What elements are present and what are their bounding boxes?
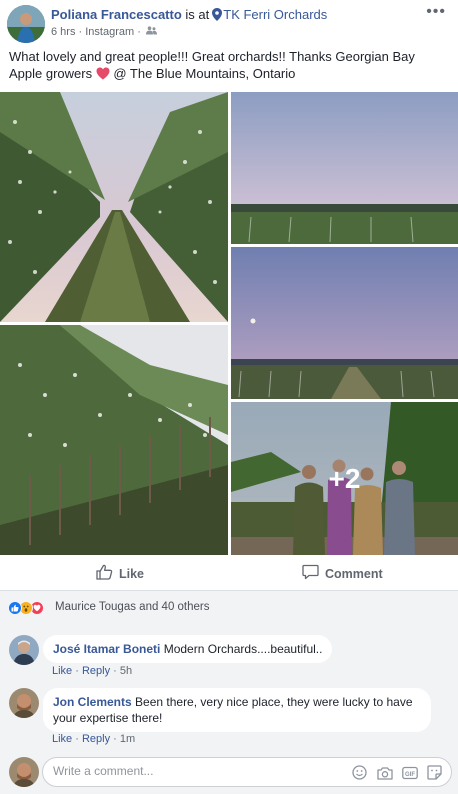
reactions-bar: Maurice Tougas and 40 others (0, 591, 458, 626)
sticker-icon[interactable] (426, 764, 443, 781)
like-reaction-icon (8, 601, 22, 615)
photo-grid: +2 (0, 92, 458, 555)
comment-bubble: José Itamar Boneti Modern Orchards....be… (43, 635, 333, 663)
post-text: What lovely and great people!!! Great or… (9, 48, 449, 84)
post-time[interactable]: 6 hrs (51, 26, 75, 38)
author-name[interactable]: Poliana Francescatto (51, 7, 182, 22)
more-options-button[interactable]: ••• (426, 3, 446, 21)
post-text-part2: @ The Blue Mountains, Ontario (109, 66, 296, 81)
reaction-icons[interactable] (8, 601, 44, 615)
comment-meta: Like · Reply · 5h (52, 665, 133, 677)
post-source: Instagram (85, 26, 135, 39)
action-bar: Like Comment (0, 555, 458, 591)
comment-button[interactable]: Comment (302, 564, 383, 583)
photo-orchard-row[interactable] (0, 92, 228, 322)
composer-icons: GIF (351, 764, 443, 781)
post-meta: 6 hrs · Instagram · (51, 26, 157, 38)
reactions-summary[interactable]: Maurice Tougas and 40 others (55, 601, 210, 613)
like-button[interactable]: Like (96, 564, 144, 583)
photo-moon-orchard[interactable] (231, 247, 458, 399)
comments-section: José Itamar Boneti Modern Orchards....be… (0, 626, 458, 794)
comment-time[interactable]: 1m (120, 733, 135, 745)
meta-separator: · (75, 26, 86, 39)
commenter-avatar[interactable] (9, 635, 39, 665)
commenter-name[interactable]: José Itamar Boneti (53, 642, 160, 656)
more-photos-overlay[interactable]: +2 (231, 402, 458, 555)
post-header: Poliana Francescatto is at TK Ferri Orcha… (0, 0, 458, 44)
commenter-avatar[interactable] (9, 688, 39, 718)
svg-text:GIF: GIF (405, 772, 415, 778)
location-link[interactable]: TK Ferri Orchards (223, 7, 327, 22)
comment-input[interactable] (53, 764, 333, 778)
like-label: Like (119, 566, 145, 581)
comment-composer: GIF (42, 757, 452, 787)
heart-emoji-icon (96, 67, 110, 84)
comment-time[interactable]: 5h (120, 665, 132, 677)
author-line: Poliana Francescatto is at TK Ferri Orcha… (51, 7, 327, 24)
comment-text: Modern Orchards....beautiful.. (160, 642, 323, 656)
is-at-text: is at (181, 7, 210, 22)
comment-reply-link[interactable]: Reply (82, 665, 110, 677)
location-pin-icon (212, 8, 223, 24)
commenter-name[interactable]: Jon Clements (53, 695, 132, 709)
gif-icon[interactable]: GIF (401, 764, 418, 781)
comment-reply-link[interactable]: Reply (82, 733, 110, 745)
comment-bubble-icon (302, 564, 319, 583)
meta-separator: · (134, 26, 144, 39)
comment-bubble: Jon Clements Been there, very nice place… (43, 688, 431, 732)
author-avatar[interactable] (7, 5, 45, 43)
photo-dusk-landscape[interactable] (231, 92, 458, 244)
thumbs-up-icon (96, 564, 113, 583)
friends-audience-icon[interactable] (145, 26, 157, 38)
camera-icon[interactable] (376, 764, 393, 781)
current-user-avatar (9, 757, 39, 787)
photo-orchard-trellis[interactable] (0, 325, 228, 555)
photo-group-people[interactable]: +2 (231, 402, 458, 555)
emoji-icon[interactable] (351, 764, 368, 781)
comment-like-link[interactable]: Like (52, 733, 72, 745)
comment-like-link[interactable]: Like (52, 665, 72, 677)
comment-label: Comment (325, 566, 383, 581)
comment-meta: Like · Reply · 1m (52, 733, 136, 745)
